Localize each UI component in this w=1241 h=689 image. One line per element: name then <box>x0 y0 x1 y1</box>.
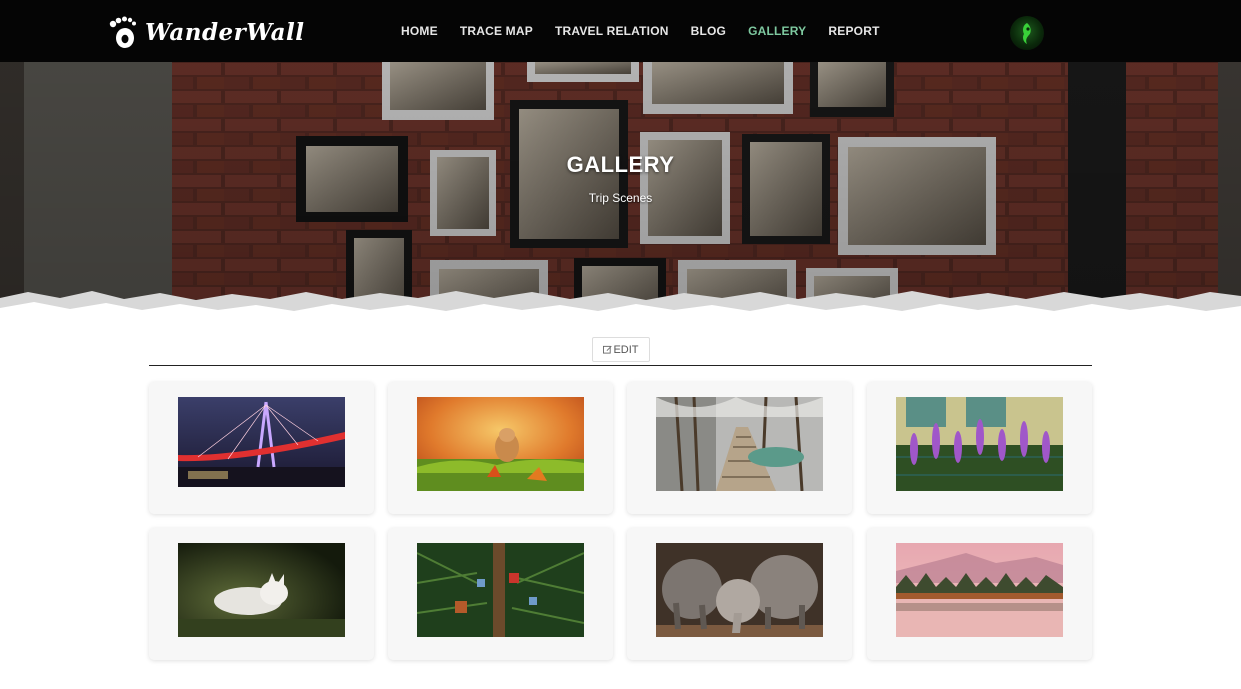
edit-icon <box>603 345 613 354</box>
gallery-card-bridge[interactable] <box>149 382 374 514</box>
top-navbar: WanderWall HOME TRACE MAP TRAVEL RELATIO… <box>0 0 1241 62</box>
edit-button[interactable]: EDIT <box>592 337 650 362</box>
hero-banner: GALLERY Trip Scenes <box>0 62 1241 320</box>
photo-bridge-at-night <box>178 397 345 487</box>
nav-home[interactable]: HOME <box>401 24 438 38</box>
avatar-image <box>1023 23 1031 44</box>
gallery-card-boardwalk[interactable] <box>627 382 852 514</box>
photo-elephants <box>656 543 823 637</box>
photo-purple-flowers-fence <box>896 397 1063 491</box>
photo-wooden-boardwalk-forest <box>656 397 823 491</box>
photo-pine-tree-birdhouses <box>417 543 584 637</box>
footprint-icon <box>109 16 136 48</box>
nav-gallery[interactable]: GALLERY <box>748 24 806 38</box>
page-subtitle: Trip Scenes <box>588 191 653 205</box>
gallery-card-lake[interactable] <box>867 528 1092 660</box>
section-divider <box>149 365 1092 366</box>
nav-report[interactable]: REPORT <box>828 24 879 38</box>
nav-blog[interactable]: BLOG <box>691 24 726 38</box>
gallery-card-chipmunk[interactable] <box>388 382 613 514</box>
gallery-card-elephants[interactable] <box>627 528 852 660</box>
gallery-card-pine-tree[interactable] <box>388 528 613 660</box>
photo-misty-lake-mountains <box>896 543 1063 637</box>
nav-trace-map[interactable]: TRACE MAP <box>460 24 533 38</box>
main-nav: HOME TRACE MAP TRAVEL RELATION BLOG GALL… <box>390 0 891 62</box>
user-avatar[interactable] <box>1010 16 1044 50</box>
page-title: GALLERY <box>566 152 675 177</box>
photo-arctic-fox <box>178 543 345 637</box>
edit-label: EDIT <box>613 343 639 356</box>
photo-chipmunk-autumn <box>417 397 584 491</box>
gallery-card-fox[interactable] <box>149 528 374 660</box>
brand-name: WanderWall <box>145 18 305 46</box>
nav-travel-relation[interactable]: TRAVEL RELATION <box>555 24 669 38</box>
brand[interactable]: WanderWall <box>108 14 305 50</box>
gallery-card-flowers[interactable] <box>867 382 1092 514</box>
